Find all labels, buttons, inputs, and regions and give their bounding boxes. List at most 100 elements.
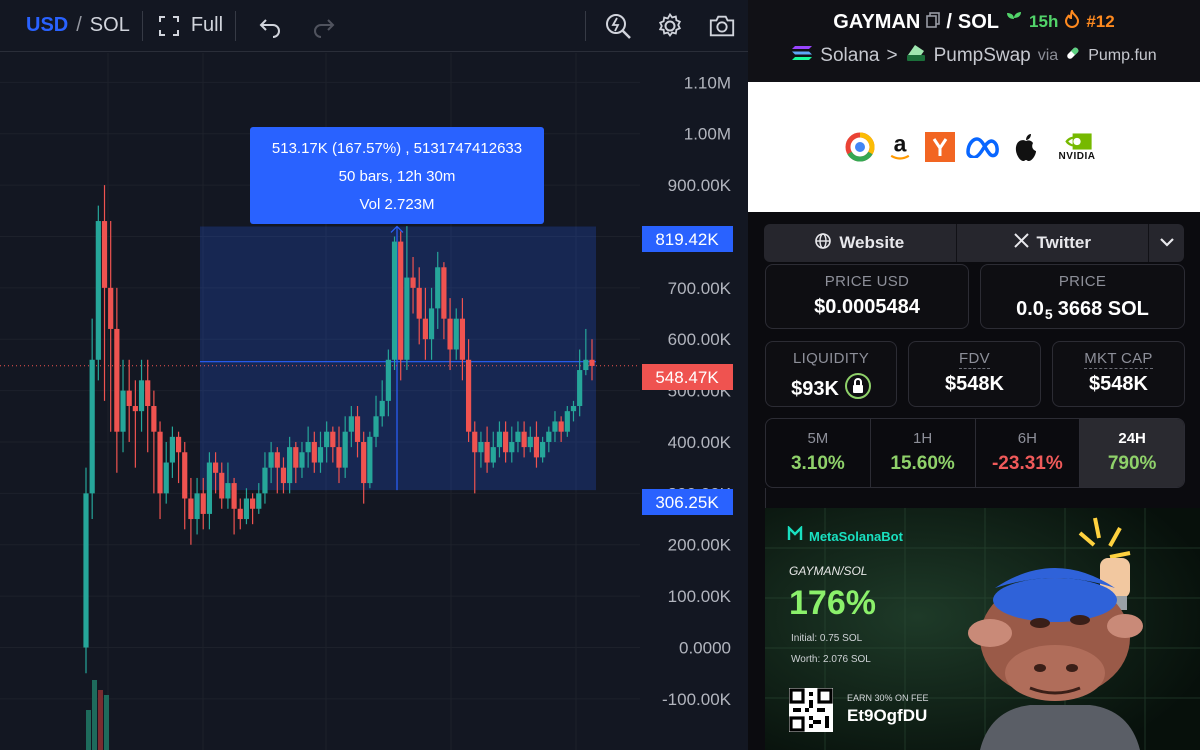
- measure-tooltip-change: 513.17K (167.57%) , 5131747412633: [272, 140, 522, 157]
- tab-6h-label: 6H: [1017, 430, 1037, 447]
- candle-body: [324, 431, 330, 448]
- promo-brand: MetaSolanaBot: [787, 525, 903, 547]
- candle-body: [577, 370, 583, 407]
- candle-body: [262, 467, 268, 494]
- candle-body: [496, 431, 503, 448]
- candle-body: [126, 390, 132, 407]
- price-sol-card: PRICE 0.0 5 3668 SOL: [980, 264, 1185, 329]
- candle-body: [114, 328, 120, 432]
- website-label: Website: [839, 233, 905, 252]
- ycombinator-logo-icon: [925, 132, 955, 162]
- seedling-icon: [1005, 10, 1023, 34]
- price-sol-value: 0.0 5 3668 SOL: [981, 296, 1184, 323]
- candle-body: [194, 493, 200, 520]
- redo-button[interactable]: [310, 0, 338, 52]
- undo-button[interactable]: [256, 0, 284, 52]
- tab-24h[interactable]: 24H 790%: [1080, 419, 1184, 487]
- volume-series: [86, 680, 109, 750]
- launchpad-link[interactable]: Pump.fun: [1088, 47, 1156, 65]
- range-low-price-label: 306.25K: [642, 489, 733, 515]
- social-links-bar: Website Twitter: [764, 224, 1184, 262]
- tab-1h-change: 15.60%: [890, 453, 955, 474]
- candle-body: [250, 498, 256, 509]
- candle-body: [583, 359, 589, 371]
- copy-icon[interactable]: [926, 11, 941, 34]
- fullscreen-button[interactable]: Full: [155, 0, 223, 52]
- tab-5m[interactable]: 5M 3.10%: [766, 419, 871, 487]
- candle-body: [311, 441, 317, 463]
- more-links-button[interactable]: [1148, 224, 1184, 262]
- candle-body: [410, 277, 416, 288]
- market-cap-value: $548K: [1089, 373, 1148, 395]
- price-axis-tick-label: 0.0000: [679, 639, 731, 658]
- candle-body: [361, 441, 367, 484]
- candle-body: [101, 221, 108, 288]
- panel-divider: [765, 488, 1185, 508]
- tab-1h-label: 1H: [913, 430, 933, 447]
- candle-body: [287, 447, 293, 484]
- candle-body: [422, 318, 428, 340]
- svg-text:a: a: [894, 132, 907, 156]
- candle-body: [570, 406, 577, 412]
- measure-tooltip: 513.17K (167.57%) , 5131747412633 50 bar…: [250, 127, 544, 224]
- range-high-price-label: 819.42K: [642, 226, 733, 252]
- candle-body: [391, 241, 398, 360]
- screenshot-tool-button[interactable]: [604, 0, 632, 52]
- tab-6h[interactable]: 6H -23.31%: [976, 419, 1081, 487]
- price-axis[interactable]: 1.10M1.00M900.00K800.00K700.00K600.00K50…: [662, 73, 732, 709]
- price-axis-tick-label: 1.00M: [684, 125, 731, 144]
- chart-toolbar: USD / SOL Full: [0, 0, 748, 52]
- candle-body: [305, 441, 311, 453]
- fdv-card: FDV $548K: [908, 341, 1041, 407]
- tab-1h[interactable]: 1H 15.60%: [871, 419, 976, 487]
- camera-button[interactable]: [708, 0, 736, 52]
- volume-bar: [92, 680, 97, 750]
- metasolanabot-logo-icon: [787, 525, 803, 547]
- timeframe-change-tabs: 5M 3.10% 1H 15.60% 6H -23.31% 24H 790%: [765, 418, 1185, 488]
- candle-body: [527, 436, 533, 448]
- measure-tooltip-volume: Vol 2.723M: [359, 196, 434, 213]
- twitter-button[interactable]: Twitter: [957, 224, 1149, 262]
- market-cap-label[interactable]: MKT CAP: [1084, 350, 1153, 369]
- currency-sol-option[interactable]: SOL: [90, 14, 130, 37]
- candle-body: [138, 380, 145, 412]
- candle-body: [256, 493, 262, 509]
- candle-body: [95, 221, 101, 360]
- candle-body: [564, 411, 570, 432]
- price-axis-tick-label: -100.00K: [662, 690, 732, 709]
- promo-referral-code: Et9OgfDU: [847, 706, 928, 725]
- candle-body: [200, 493, 206, 514]
- volume-bar: [98, 690, 103, 750]
- settings-button[interactable]: [656, 0, 684, 52]
- candle-body: [225, 483, 231, 499]
- candle-body: [379, 400, 385, 417]
- candle-body: [546, 431, 552, 442]
- gear-icon: [656, 12, 684, 40]
- liquidity-value: $93K: [791, 377, 839, 400]
- candle-body: [521, 431, 527, 448]
- candle-body: [336, 447, 342, 468]
- current-price-label: 548.47K: [642, 364, 733, 390]
- dex-link[interactable]: PumpSwap: [934, 45, 1031, 67]
- currency-usd-option[interactable]: USD: [26, 14, 68, 37]
- fdv-value: $548K: [945, 373, 1004, 395]
- fdv-label[interactable]: FDV: [959, 350, 990, 369]
- candle-body: [416, 287, 422, 319]
- currency-toggle[interactable]: USD / SOL: [0, 0, 130, 52]
- price-sol-zero-count: 5: [1044, 306, 1053, 322]
- chain-link[interactable]: Solana: [820, 45, 879, 67]
- tab-24h-change: 790%: [1107, 453, 1157, 474]
- candle-body: [533, 436, 540, 458]
- candle-body: [540, 441, 546, 458]
- candle-body: [465, 359, 472, 432]
- website-button[interactable]: Website: [764, 224, 956, 262]
- current-price-text: 548.47K: [655, 368, 719, 387]
- tab-6h-change: -23.31%: [991, 453, 1063, 474]
- candle-body: [219, 472, 225, 499]
- lock-icon[interactable]: [844, 373, 871, 405]
- globe-icon: [815, 232, 832, 254]
- promo-worth: Worth: 2.076 SOL: [791, 654, 871, 665]
- promo-pnl-card[interactable]: MetaSolanaBot GAYMAN/SOL 176% Initial: 0…: [765, 508, 1200, 750]
- candle-body: [280, 467, 287, 484]
- price-chart[interactable]: 1.10M1.00M900.00K800.00K700.00K600.00K50…: [0, 53, 748, 750]
